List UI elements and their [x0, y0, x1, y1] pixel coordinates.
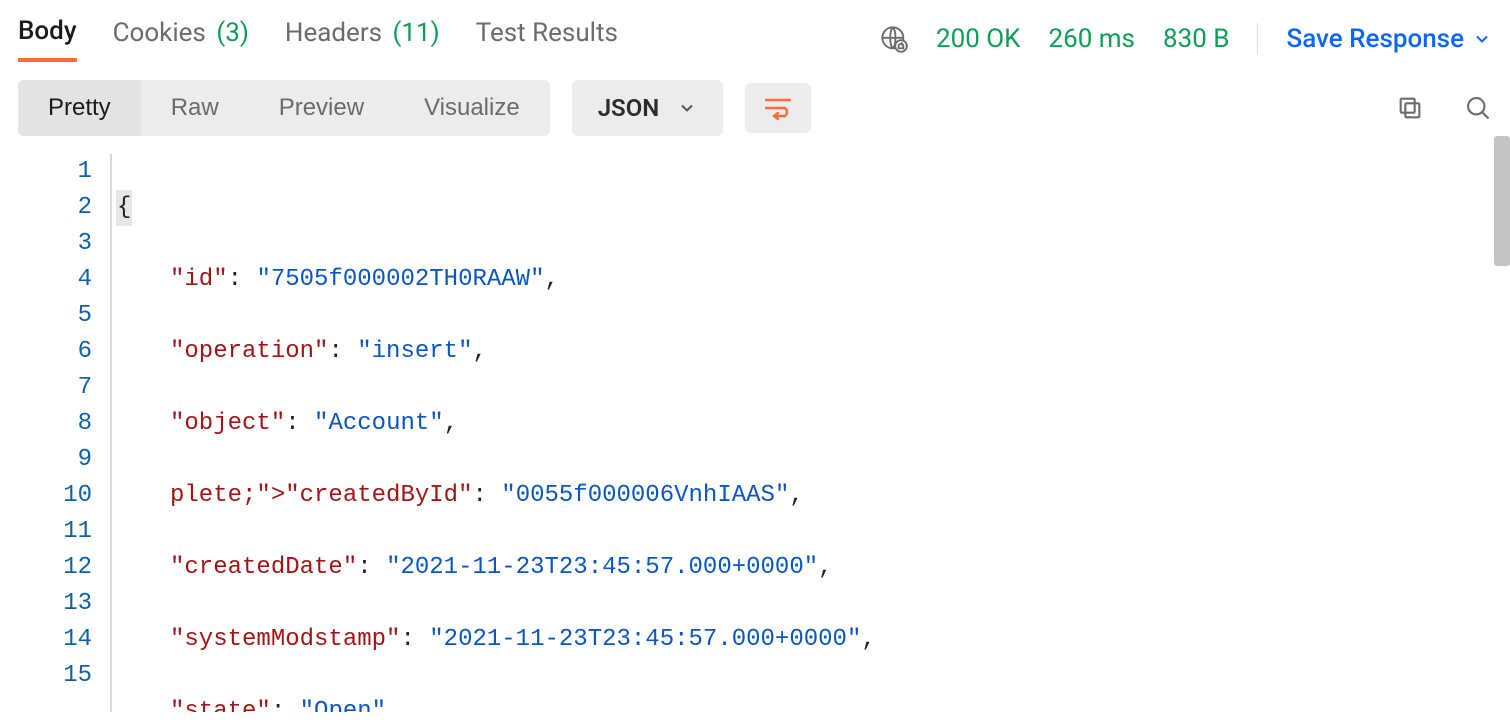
view-raw[interactable]: Raw	[141, 80, 249, 136]
save-response-button[interactable]: Save Response	[1286, 24, 1492, 54]
format-dropdown-label: JSON	[598, 94, 660, 122]
wrap-icon	[763, 95, 793, 121]
line-number: 2	[0, 190, 92, 226]
divider	[1257, 23, 1258, 55]
view-pretty[interactable]: Pretty	[18, 80, 141, 136]
view-preview[interactable]: Preview	[249, 80, 394, 136]
response-tabs: Body Cookies (3) Headers (11) Test Resul…	[18, 16, 618, 62]
status-size: 830 B	[1163, 24, 1230, 54]
line-number: 6	[0, 334, 92, 370]
line-number: 10	[0, 478, 92, 514]
line-number: 8	[0, 406, 92, 442]
key: operation	[184, 338, 314, 365]
line-number: 3	[0, 226, 92, 262]
line-number: 11	[0, 514, 92, 550]
tab-headers-label: Headers	[285, 18, 382, 48]
val: 7505f000002TH0RAAW	[271, 266, 530, 293]
tab-body[interactable]: Body	[18, 16, 77, 62]
tab-cookies-label: Cookies	[113, 18, 206, 48]
response-body-viewer: 1 2 3 4 5 6 7 8 9 10 11 12 13 14 15 { "i…	[0, 136, 1510, 712]
network-icon[interactable]	[880, 25, 908, 53]
scrollbar-thumb[interactable]	[1494, 136, 1510, 266]
tab-headers[interactable]: Headers (11)	[285, 18, 440, 60]
chevron-down-icon	[677, 98, 697, 118]
tab-test-results[interactable]: Test Results	[476, 18, 618, 60]
body-toolbar-right	[1396, 94, 1492, 122]
line-number: 15	[0, 658, 92, 694]
line-number: 9	[0, 442, 92, 478]
line-number: 7	[0, 370, 92, 406]
chevron-down-icon	[1472, 29, 1492, 49]
line-number: 5	[0, 298, 92, 334]
copy-button[interactable]	[1396, 94, 1424, 122]
response-tabs-row: Body Cookies (3) Headers (11) Test Resul…	[0, 0, 1510, 62]
line-number: 13	[0, 586, 92, 622]
key: createdDate	[184, 554, 342, 581]
view-visualize[interactable]: Visualize	[394, 80, 550, 136]
scrollbar[interactable]	[1494, 136, 1510, 712]
line-number: 14	[0, 622, 92, 658]
val: Open	[314, 698, 372, 712]
format-dropdown[interactable]: JSON	[572, 80, 724, 136]
save-response-label: Save Response	[1286, 24, 1464, 54]
response-meta: 200 OK 260 ms 830 B Save Response	[880, 23, 1492, 55]
line-number: 12	[0, 550, 92, 586]
val: Account	[328, 410, 429, 437]
line-number: 1	[0, 154, 92, 190]
status-time: 260 ms	[1048, 24, 1135, 54]
line-gutter: 1 2 3 4 5 6 7 8 9 10 11 12 13 14 15	[0, 154, 110, 712]
val: 0055f000006VnhIAAS	[516, 482, 775, 509]
val: insert	[372, 338, 458, 365]
search-button[interactable]	[1464, 94, 1492, 122]
status-code: 200 OK	[936, 24, 1021, 54]
line-number: 4	[0, 262, 92, 298]
view-mode-segmented: Pretty Raw Preview Visualize	[18, 80, 550, 136]
key: id	[184, 266, 213, 293]
tab-cookies-count: (3)	[216, 18, 249, 48]
wrap-lines-button[interactable]	[745, 83, 811, 133]
val: 2021-11-23T23:45:57.000+0000	[444, 626, 847, 653]
tab-headers-count: (11)	[393, 18, 440, 48]
val: 2021-11-23T23:45:57.000+0000	[400, 554, 803, 581]
key: createdById	[300, 482, 458, 509]
json-text[interactable]: { "id": "7505f000002TH0RAAW", "operation…	[110, 154, 1510, 712]
tab-cookies[interactable]: Cookies (3)	[113, 18, 249, 60]
key: state	[184, 698, 256, 712]
key: systemModstamp	[184, 626, 386, 653]
key: object	[184, 410, 270, 437]
body-toolbar: Pretty Raw Preview Visualize JSON	[0, 62, 1510, 136]
